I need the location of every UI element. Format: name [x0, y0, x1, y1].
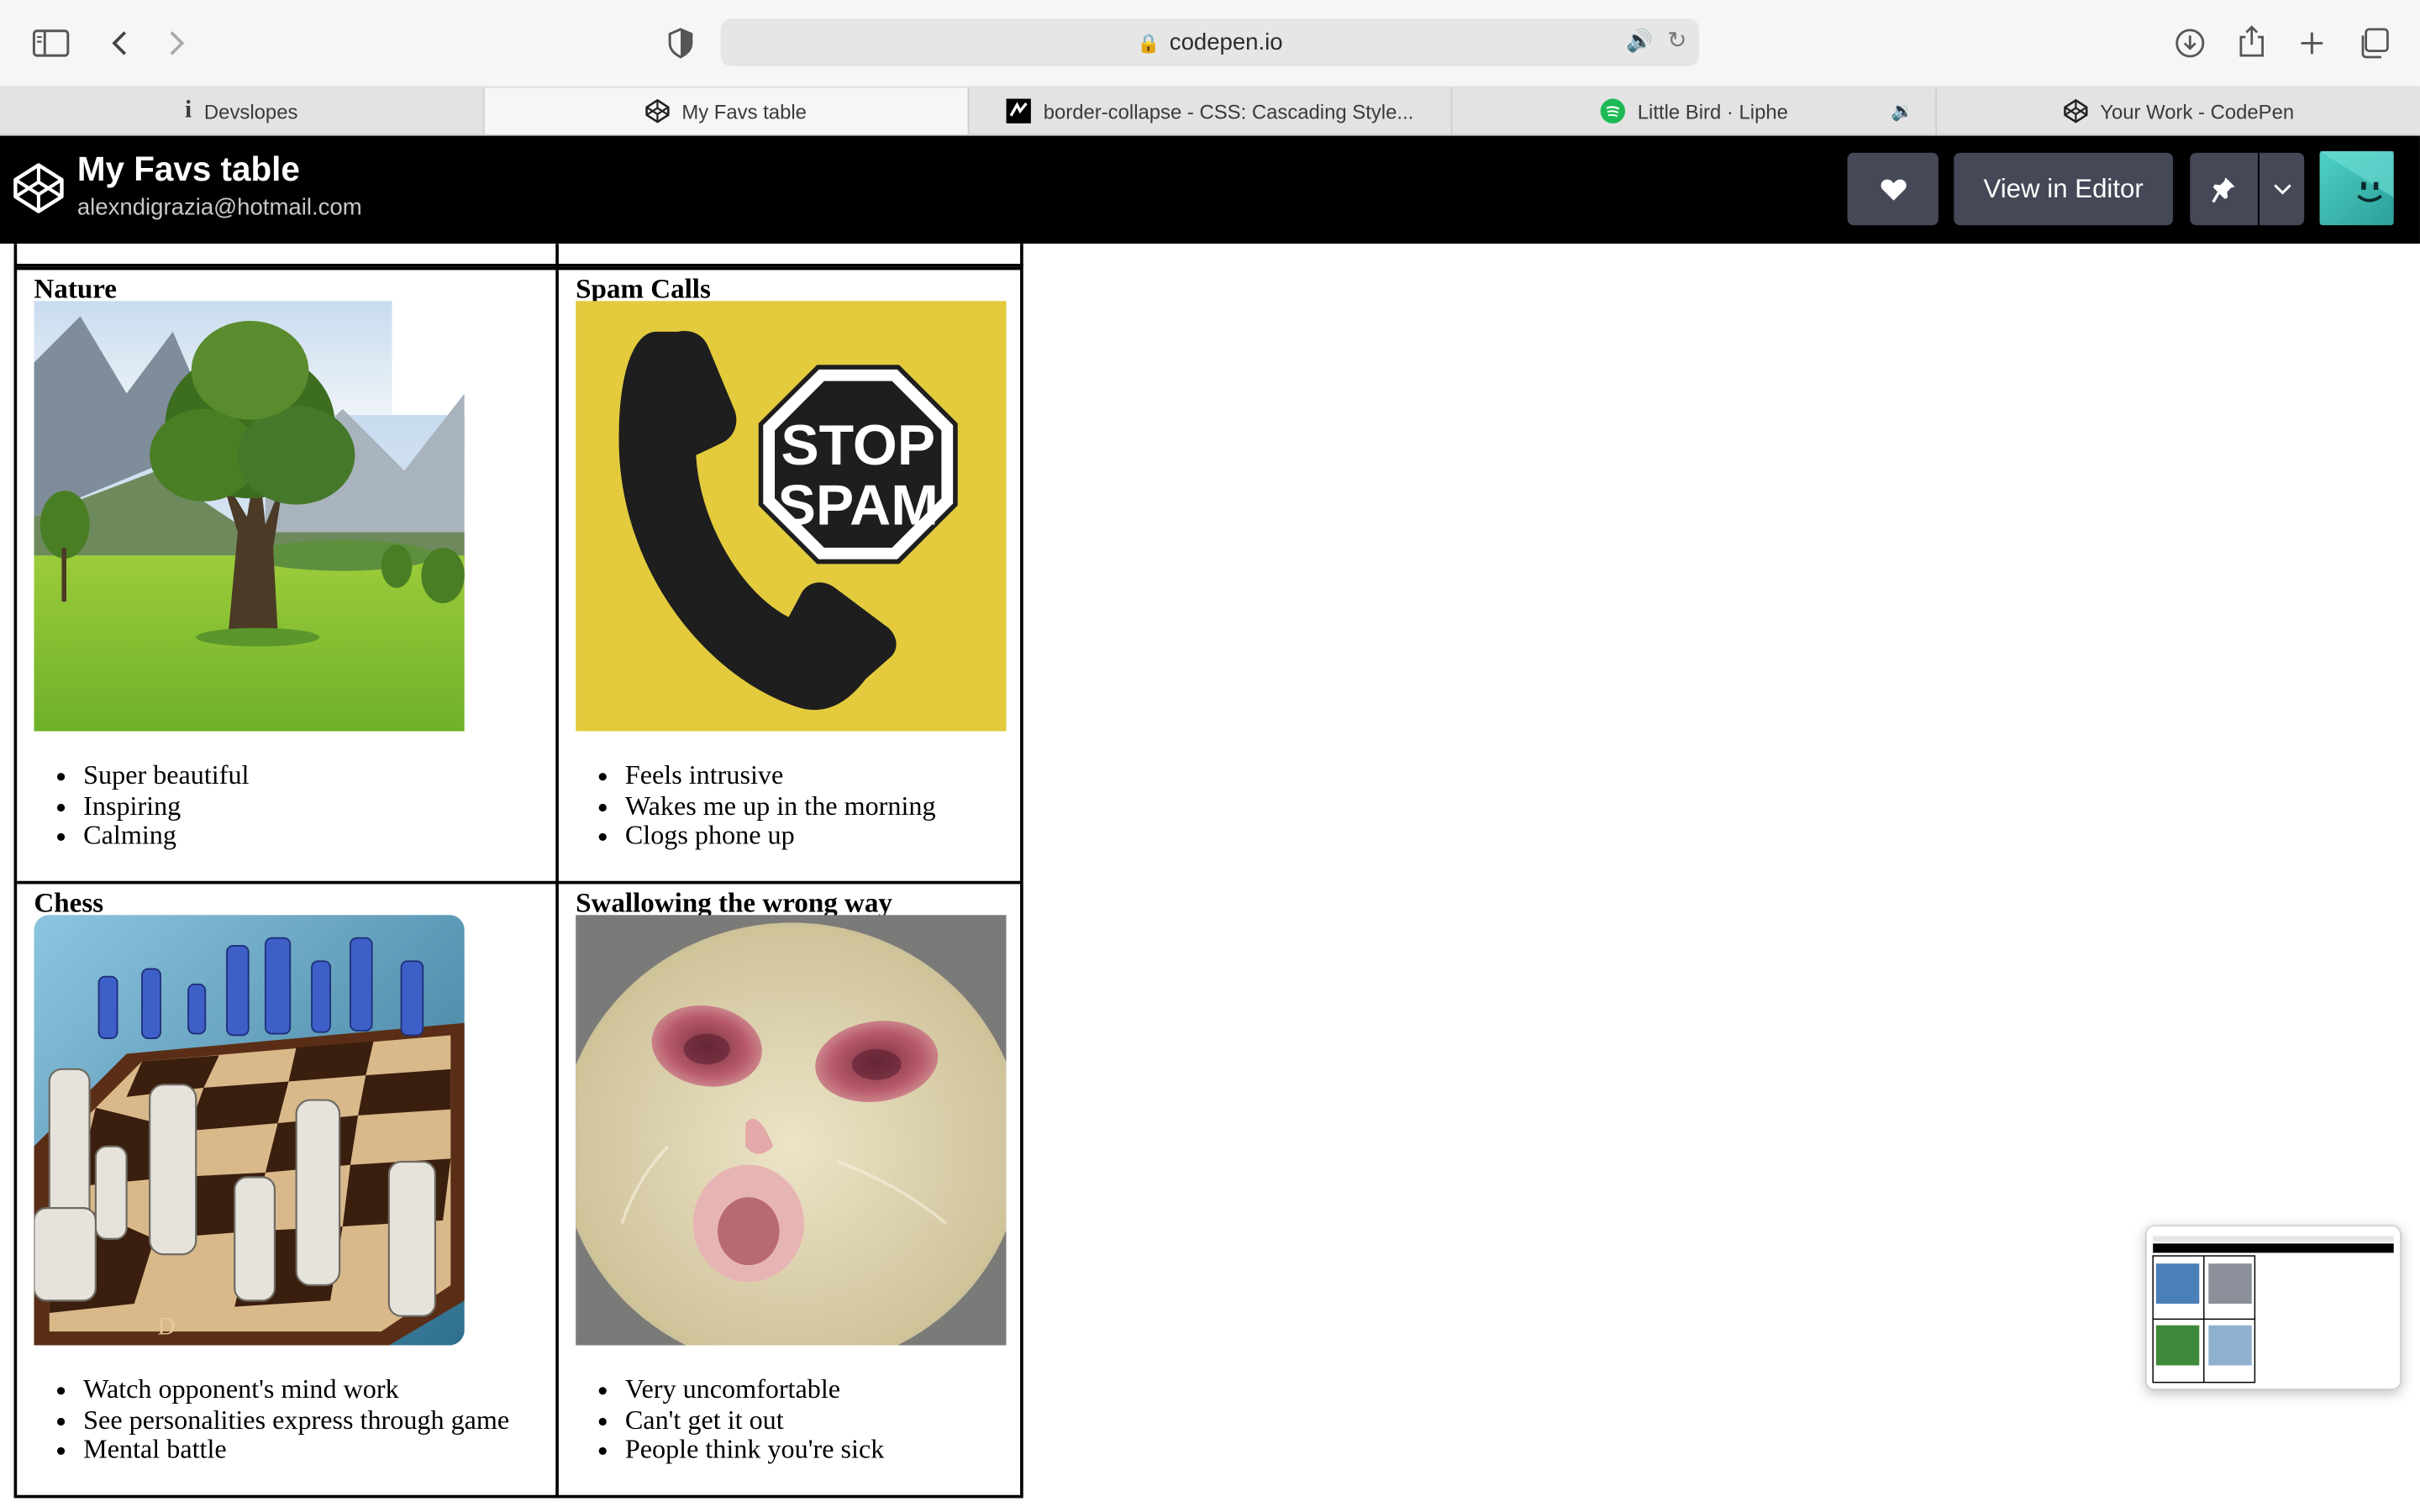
browser-toolbar: 🔒 codepen.io 🔊 ↻	[0, 0, 2420, 88]
chevron-down-icon	[2273, 183, 2291, 194]
mdn-icon	[1006, 98, 1032, 123]
spotify-icon	[1600, 98, 1626, 123]
crying-cat-image	[576, 915, 1007, 1346]
stop-spam-image: STOP SPAM	[576, 301, 1007, 732]
list-item: Very uncomfortable	[625, 1373, 884, 1404]
address-bar[interactable]: 🔒 codepen.io 🔊 ↻	[720, 18, 1700, 66]
tab-label: Little Bird · Liphe	[1637, 99, 1788, 123]
list-item: Feels intrusive	[625, 759, 936, 790]
list-item: Super beautiful	[83, 759, 249, 790]
pin-icon	[2212, 176, 2235, 202]
forward-icon[interactable]	[160, 24, 194, 61]
tab-audio-icon[interactable]: 🔉	[1891, 100, 1913, 122]
cell-list: Super beautiful Inspiring Calming	[34, 759, 249, 851]
pen-preview: Nature • Super beautiful • Inspiring • C…	[0, 244, 2420, 1512]
pen-title[interactable]: My Favs table	[77, 150, 300, 190]
tab-devslopes[interactable]: i Devslopes	[0, 87, 485, 134]
tab-your-work[interactable]: Your Work - CodePen	[1937, 88, 2420, 134]
pin-menu-button[interactable]	[2259, 152, 2305, 226]
list-item: People think you're sick	[625, 1434, 884, 1465]
pin-button[interactable]	[2190, 152, 2259, 226]
tab-label: Devslopes	[203, 99, 298, 123]
tab-label: border-collapse - CSS: Cascading Style..…	[1043, 99, 1414, 123]
tab-little-bird[interactable]: Little Bird · Liphe 🔉	[1453, 87, 1938, 134]
list-item: See personalities express through game	[83, 1404, 509, 1435]
list-item: Can't get it out	[625, 1404, 884, 1435]
codepen-logo-icon[interactable]	[13, 162, 65, 214]
codepen-header: My Favs table alexndigrazia@hotmail.com …	[0, 135, 2420, 244]
codepen-icon	[644, 98, 670, 123]
sign-text-stop: STOP	[781, 413, 935, 477]
table-cell-spam-calls: Spam Calls STOP SPAM Feels intrusive Wak…	[559, 270, 1020, 880]
pen-author[interactable]: alexndigrazia@hotmail.com	[77, 194, 362, 220]
table-cell-nature: Nature • Super beautiful • Inspiring • C…	[17, 270, 555, 880]
codepen-icon	[2063, 98, 2087, 123]
share-icon[interactable]	[2233, 22, 2270, 62]
chess-board-image: D	[34, 915, 465, 1346]
list-item: Calming	[83, 820, 249, 851]
list-item: Mental battle	[83, 1434, 509, 1465]
user-avatar[interactable]	[2319, 150, 2394, 226]
table-cell-chess: Chess D • Watch opponent's mind work • S…	[17, 884, 555, 1498]
favorites-table: Nature • Super beautiful • Inspiring • C…	[13, 266, 1023, 1499]
tab-label: Your Work - CodePen	[2100, 99, 2295, 123]
tab-bar: i Devslopes My Favs table border-collaps…	[0, 87, 2420, 136]
cell-list: Very uncomfortable Can't get it out Peop…	[576, 1373, 884, 1465]
cell-list: Feels intrusive Wakes me up in the morni…	[576, 759, 936, 851]
view-in-editor-button[interactable]: View in Editor	[1954, 152, 2174, 226]
reload-icon[interactable]: ↻	[1667, 26, 1686, 54]
table-top-row	[13, 244, 1023, 267]
sidebar-toggle-icon[interactable]	[31, 24, 71, 61]
new-tab-icon[interactable]	[2293, 24, 2330, 64]
back-icon[interactable]	[102, 24, 135, 61]
info-icon: i	[185, 97, 192, 123]
smiley-avatar-icon	[2319, 150, 2394, 202]
nature-tree-image	[34, 301, 465, 732]
url-text: codepen.io	[1169, 29, 1283, 56]
cell-list: Watch opponent's mind work See personali…	[34, 1373, 509, 1465]
screenshot-thumbnail[interactable]	[2145, 1225, 2402, 1390]
audio-playing-icon[interactable]: 🔊	[1626, 28, 1653, 54]
tab-border-collapse[interactable]: border-collapse - CSS: Cascading Style..…	[969, 87, 1454, 134]
list-item: Clogs phone up	[625, 820, 936, 851]
downloads-icon[interactable]	[2171, 24, 2208, 64]
table-cell-swallowing: Swallowing the wrong way • Very uncomfor…	[559, 884, 1020, 1498]
board-letter: D	[157, 1314, 175, 1341]
list-item: Inspiring	[83, 790, 249, 821]
heart-icon	[1880, 178, 1906, 200]
tab-overview-icon[interactable]	[2355, 24, 2392, 64]
lock-icon: 🔒	[1137, 31, 1160, 54]
list-item: Watch opponent's mind work	[83, 1373, 509, 1404]
tab-my-favs-table[interactable]: My Favs table	[484, 87, 969, 134]
tab-label: My Favs table	[681, 99, 807, 123]
like-button[interactable]	[1847, 152, 1939, 226]
privacy-shield-icon[interactable]	[664, 24, 697, 61]
sign-text-spam: SPAM	[778, 473, 939, 537]
list-item: Wakes me up in the morning	[625, 790, 936, 821]
